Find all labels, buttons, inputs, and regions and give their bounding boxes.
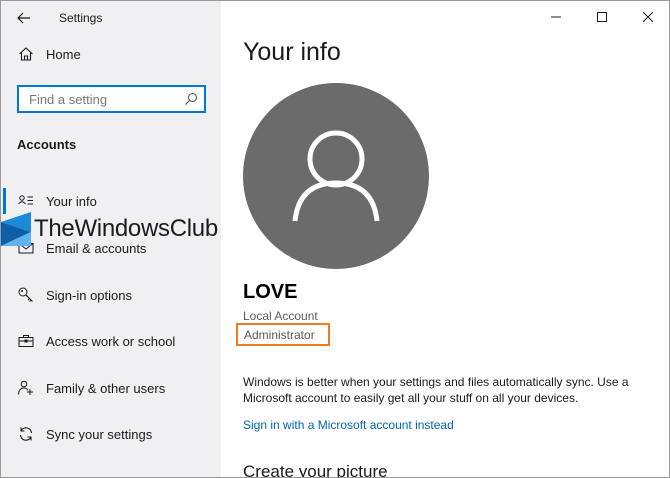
minimize-button[interactable]	[533, 1, 579, 33]
sidebar-item-label: Sign-in options	[46, 287, 132, 303]
sidebar-item-label: Your info	[46, 193, 97, 209]
window-controls	[533, 1, 669, 33]
key-icon	[18, 287, 33, 302]
minimize-icon	[551, 16, 561, 18]
page-title: Your info	[243, 38, 341, 66]
sidebar-item-label: Sync your settings	[46, 426, 153, 442]
titlebar-left: Settings	[1, 1, 221, 33]
role-highlight: Administrator	[236, 323, 330, 346]
sidebar-item-access-work-school[interactable]: Access work or school	[1, 326, 221, 356]
main-panel: Your info LOVE Local Account Administrat…	[221, 1, 669, 478]
people-icon	[18, 380, 33, 395]
sidebar-item-family-other-users[interactable]: Family & other users	[1, 373, 221, 403]
briefcase-icon	[18, 335, 34, 347]
close-button[interactable]	[625, 1, 669, 33]
role-label: Administrator	[244, 327, 315, 342]
account-type: Local Account	[243, 309, 318, 323]
section-header-accounts: Accounts	[17, 137, 77, 152]
avatar	[243, 83, 429, 269]
person-card-icon	[18, 195, 33, 205]
sidebar-item-sync-settings[interactable]: Sync your settings	[1, 419, 221, 449]
maximize-button[interactable]	[579, 1, 625, 33]
sidebar-item-home[interactable]: Home	[1, 41, 221, 67]
sidebar-item-label: Family & other users	[46, 380, 166, 396]
sidebar-item-label: Access work or school	[46, 333, 176, 349]
sync-icon	[19, 427, 33, 441]
windowsclub-logo-icon	[1, 212, 31, 246]
close-icon	[643, 12, 653, 22]
back-arrow-icon	[17, 12, 30, 24]
search-box[interactable]	[17, 85, 206, 113]
watermark: TheWindowsClub	[1, 212, 223, 246]
sync-message: Windows is better when your settings and…	[243, 375, 629, 405]
home-label: Home	[46, 46, 81, 62]
microsoft-account-link[interactable]: Sign in with a Microsoft account instead	[243, 418, 454, 432]
home-icon	[19, 47, 33, 61]
maximize-icon	[597, 12, 607, 22]
back-button[interactable]	[9, 5, 39, 31]
sidebar-item-sign-in-options[interactable]: Sign-in options	[1, 280, 221, 310]
search-icon[interactable]	[184, 92, 198, 106]
create-picture-heading: Create your picture	[243, 462, 388, 478]
default-user-icon	[292, 130, 380, 222]
settings-window: Settings Home Accounts Your info	[0, 0, 670, 478]
search-input[interactable]	[27, 90, 179, 108]
watermark-text: TheWindowsClub	[34, 215, 218, 242]
app-title: Settings	[59, 11, 103, 25]
user-name: LOVE	[243, 281, 298, 303]
